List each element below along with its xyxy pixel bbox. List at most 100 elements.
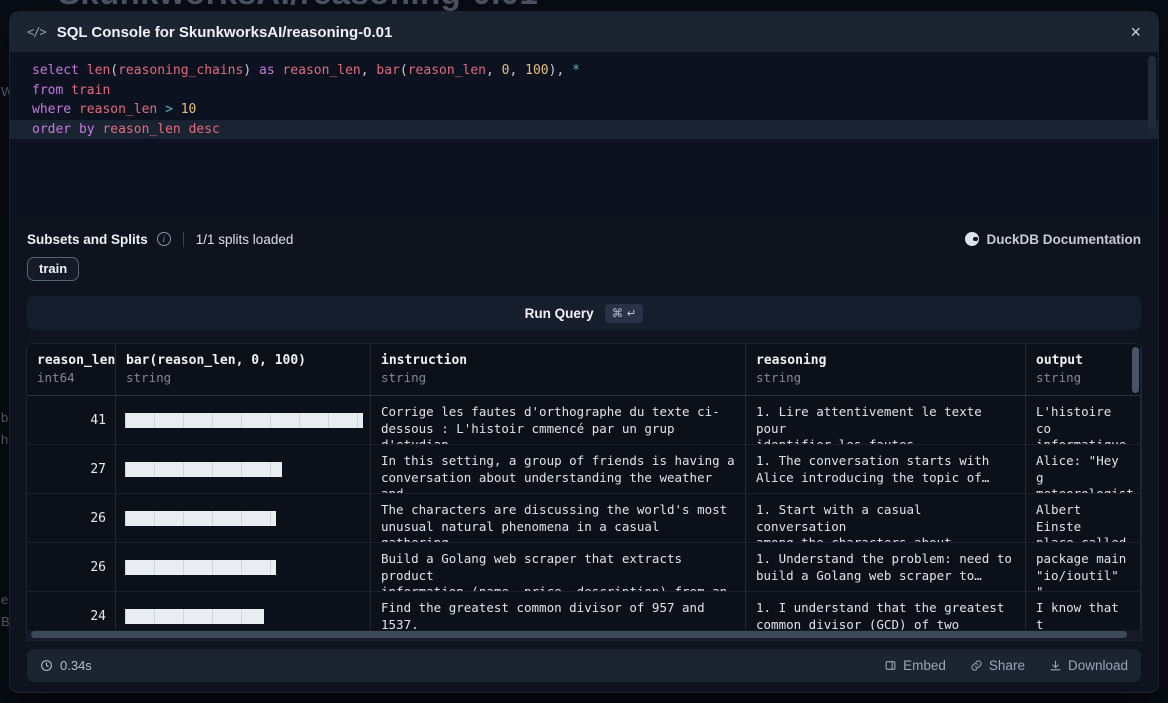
cell-instruction: In this setting, a group of friends is h… [371, 445, 746, 493]
sql-token-pn [63, 83, 71, 98]
share-label: Share [989, 658, 1025, 673]
cell-output: Alice: "Hey g meteorologist [1026, 445, 1141, 493]
column-header-reasoning[interactable]: reasoning string [746, 344, 1026, 395]
close-icon[interactable]: × [1130, 23, 1141, 41]
sql-token-pn [181, 122, 189, 137]
cell-reasoning: 1. Lire attentivement le texte pour iden… [746, 396, 1026, 444]
info-icon[interactable]: i [157, 232, 171, 246]
splits-row: train [27, 257, 1141, 281]
download-button[interactable]: Download [1049, 658, 1128, 673]
run-query-label: Run Query [525, 306, 594, 321]
column-name: reasoning [756, 353, 1015, 368]
cell-reasoning: 1. The conversation starts with Alice in… [746, 445, 1026, 493]
cell-reason-len: 27 [27, 445, 116, 493]
background-text-fragment: e [1, 592, 8, 607]
share-button[interactable]: Share [970, 658, 1025, 673]
column-type: string [126, 370, 360, 385]
split-chip-train[interactable]: train [27, 257, 79, 281]
footer-actions: Embed Share Download [884, 658, 1128, 673]
background-text-fragment: b [1, 410, 8, 425]
sql-token-id: bar [376, 63, 399, 78]
sql-token-pn [173, 102, 181, 117]
cell-output: L'histoire co informatique [1026, 396, 1141, 444]
console-footer: 0.34s Embed Share Download [27, 649, 1141, 682]
column-type: string [756, 370, 1015, 385]
column-type: string [1036, 370, 1130, 385]
embed-label: Embed [903, 658, 946, 673]
background-page-title: SkunkworksAI/reasoning-0.01 [58, 0, 538, 12]
duckdb-logo-icon [965, 232, 979, 246]
run-query-button[interactable]: Run Query ⌘ ↵ [27, 296, 1141, 330]
column-header-reason-len[interactable]: reason_lenint64 [27, 344, 116, 395]
share-link-icon [970, 659, 983, 672]
sql-token-pn [251, 63, 259, 78]
bar-visualization [125, 413, 363, 428]
sql-console-modal: </> SQL Console for SkunkworksAI/reasoni… [10, 12, 1158, 692]
sql-token-pn [71, 122, 79, 137]
sql-token-pn [71, 102, 79, 117]
sql-token-num: 100 [525, 63, 548, 78]
download-label: Download [1068, 658, 1128, 673]
column-name: bar(reason_len, 0, 100) [126, 353, 360, 368]
sql-token-kw: select [32, 63, 79, 78]
sql-token-pn: ) [243, 63, 251, 78]
sql-token-id: reason_len [79, 102, 157, 117]
column-name: output [1036, 353, 1130, 368]
sql-token-pn: , [510, 63, 526, 78]
sql-editor[interactable]: select len(reasoning_chains) as reason_l… [10, 52, 1158, 215]
sql-code-line[interactable]: select len(reasoning_chains) as reason_l… [10, 61, 1158, 81]
sql-token-id: train [71, 83, 110, 98]
column-name: instruction [381, 353, 735, 368]
column-name: reason_len [37, 353, 105, 368]
table-horizontal-scrollbar-thumb[interactable] [31, 631, 1127, 638]
table-vertical-scrollbar-thumb[interactable] [1132, 347, 1139, 393]
duckdb-documentation-label: DuckDB Documentation [986, 232, 1141, 247]
subsets-label: Subsets and Splits [27, 232, 148, 247]
cell-instruction: Corrige les fautes d'orthographe du text… [371, 396, 746, 444]
bar-visualization [125, 609, 264, 624]
sql-token-id: reason_len [102, 122, 180, 137]
table-row[interactable]: 26Build a Golang web scraper that extrac… [27, 543, 1141, 592]
table-row[interactable]: 26The characters are discussing the worl… [27, 494, 1141, 543]
sql-token-kw: as [259, 63, 275, 78]
cell-reason-len: 26 [27, 494, 116, 542]
cell-bar [116, 396, 371, 444]
editor-scrollbar[interactable] [1148, 56, 1156, 208]
table-header: reason_lenint64 bar(reason_len, 0, 100) st… [27, 344, 1141, 396]
editor-scrollbar-thumb[interactable] [1148, 56, 1156, 130]
sql-token-kw: order [32, 122, 71, 137]
table-row[interactable]: 41 Corrige les fautes d'orthographe du te… [27, 396, 1141, 445]
keyboard-shortcut-badge: ⌘ ↵ [605, 304, 644, 323]
background-text-fragment: B [1, 614, 10, 629]
sql-token-pn: ), [549, 63, 572, 78]
table-row[interactable]: 27 In this setting, a group of friends is… [27, 445, 1141, 494]
cell-reason-len: 26 [27, 543, 116, 591]
bar-visualization [125, 462, 282, 477]
sql-token-id: reason_len [282, 63, 360, 78]
cell-output: Albert Einste place called [1026, 494, 1141, 542]
column-header-instruction[interactable]: instruction string [371, 344, 746, 395]
execution-time-value: 0.34s [60, 658, 92, 673]
cell-reasoning: 1. Start with a casual conversation amon… [746, 494, 1026, 542]
cell-bar [116, 543, 371, 591]
column-header-bar-reason-len-0-100-[interactable]: bar(reason_len, 0, 100) string [116, 344, 371, 395]
duckdb-documentation-link[interactable]: DuckDB Documentation [965, 232, 1141, 247]
column-header-output[interactable]: output string [1026, 344, 1141, 395]
sql-code-line[interactable]: from train [10, 81, 1158, 101]
code-icon: </> [27, 25, 46, 39]
sql-token-kw: from [32, 83, 63, 98]
sql-token-id: desc [189, 122, 220, 137]
clock-icon [40, 659, 53, 672]
cell-reason-len: 41 [27, 396, 116, 444]
divider [183, 232, 184, 247]
download-icon [1049, 659, 1062, 672]
results-table: reason_lenint64 bar(reason_len, 0, 100) st… [27, 344, 1141, 640]
sql-token-pn [79, 63, 87, 78]
sql-token-pn: ( [400, 63, 408, 78]
embed-button[interactable]: Embed [884, 658, 946, 673]
column-type: string [381, 370, 735, 385]
sql-code-line[interactable]: order by reason_len desc [10, 120, 1158, 140]
sql-code-line[interactable]: where reason_len > 10 [10, 100, 1158, 120]
sql-token-id: reason_len [408, 63, 486, 78]
table-horizontal-scrollbar[interactable] [27, 630, 1141, 640]
